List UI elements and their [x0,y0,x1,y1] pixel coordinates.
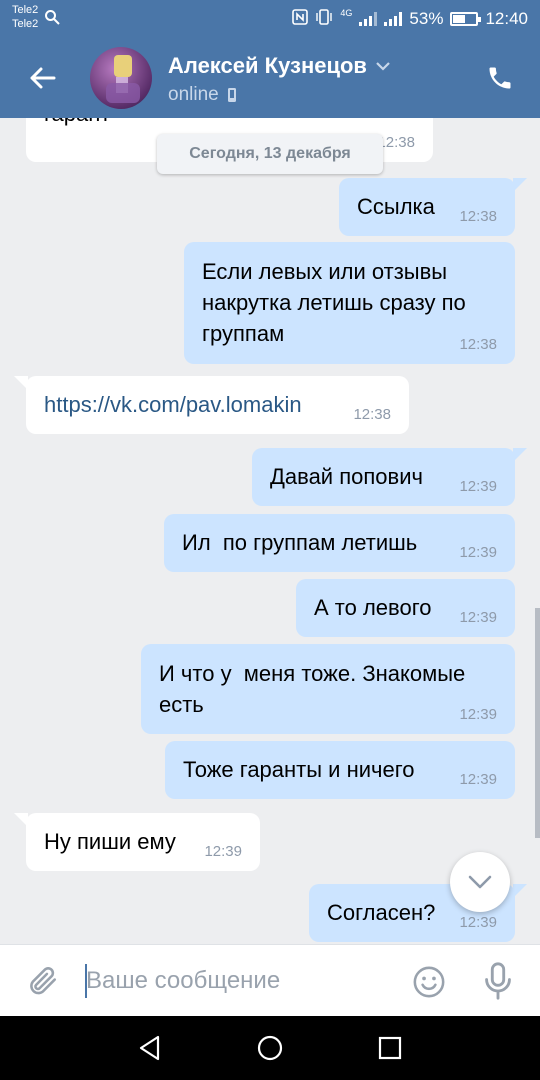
call-button[interactable] [482,60,518,96]
message-text: Давай попович [270,464,423,489]
message-outgoing[interactable]: Ссылка 12:38 [339,178,527,236]
message-list[interactable]: гарант 12:38 Сегодня, 13 декабря Ссылка … [0,118,540,944]
message-text: А то левого [314,595,432,620]
status-bar: Tele2 Tele2 4G 53% 12:40 [0,0,540,38]
signal-icon-2 [384,12,403,26]
message-time: 12:39 [459,544,497,561]
message-outgoing[interactable]: Давай попович 12:39 [252,448,527,506]
message-incoming[interactable]: Ну пиши ему 12:39 [14,813,260,871]
message-outgoing[interactable]: Тоже гаранты и ничего 12:39 [165,741,515,799]
message-text: Согласен? [327,900,436,925]
contact-name: Алексей Кузнецов [168,53,367,78]
contact-status: online [168,84,237,106]
home-circle-icon [257,1035,283,1061]
message-composer [0,944,540,1016]
date-separator: Сегодня, 13 декабря [157,134,383,174]
message-time: 12:38 [377,134,415,151]
message-time: 12:39 [204,843,242,860]
message-input[interactable] [86,961,386,1001]
system-navigation-bar [0,1016,540,1080]
message-outgoing[interactable]: Если левых или отзывы накрутка летишь ср… [184,242,515,364]
status-indicators: 4G 53% 12:40 [292,0,528,38]
back-triangle-icon [139,1035,160,1061]
smiley-icon [413,966,445,998]
contact-name-dropdown[interactable]: Алексей Кузнецов [168,53,391,79]
carrier-labels: Tele2 Tele2 [12,3,38,31]
nav-back-button[interactable] [132,1030,168,1066]
message-time: 12:38 [459,336,497,353]
message-time: 12:38 [353,406,391,423]
message-text: И что у меня тоже. Знакомые есть [159,661,472,717]
message-time: 12:39 [459,914,497,931]
message-time: 12:39 [459,706,497,723]
scrollbar[interactable] [535,608,540,838]
attach-button[interactable] [22,961,62,1001]
chevron-down-icon [468,875,492,889]
message-text: Ил по группам летишь [182,530,418,555]
message-link[interactable]: https://vk.com/pav.lomakin [44,389,302,420]
scroll-down-button[interactable] [450,852,510,912]
recents-square-icon [378,1036,402,1060]
message-text: Ну пиши ему [44,829,176,854]
back-button[interactable] [22,60,62,96]
message-text: Тоже гаранты и ничего [183,757,415,782]
clock: 12:40 [485,9,528,28]
message-time: 12:38 [459,208,497,225]
voice-message-button[interactable] [478,959,518,1003]
online-status: online [168,84,219,105]
network-type-label: 4G [340,8,353,18]
emoji-button[interactable] [410,963,448,1001]
paperclip-icon [30,967,57,995]
avatar[interactable] [90,47,152,109]
signal-icon-1 [359,12,378,26]
nav-recents-button[interactable] [372,1030,408,1066]
battery-icon [450,12,482,26]
carrier-1: Tele2 [12,4,39,16]
message-time: 12:39 [459,478,497,495]
chat-header: Алексей Кузнецов online [0,38,540,118]
message-time: 12:39 [459,771,497,788]
phone-icon [489,67,511,89]
message-time: 12:39 [459,609,497,626]
message-text: гарант [44,118,110,129]
battery-percent: 53% [409,9,444,28]
search-icon [44,9,60,30]
microphone-icon [485,962,511,1000]
mobile-phone-icon [227,88,236,102]
carrier-2: Tele2 [12,18,39,30]
message-outgoing[interactable]: А то левого 12:39 [296,579,515,637]
arrow-left-icon [30,67,56,89]
nav-home-button[interactable] [252,1030,288,1066]
message-outgoing[interactable]: И что у меня тоже. Знакомые есть 12:39 [141,644,515,734]
message-text: Ссылка [357,194,435,219]
nfc-icon [292,8,309,30]
message-outgoing[interactable]: Ил по группам летишь 12:39 [164,514,515,572]
message-incoming[interactable]: https://vk.com/pav.lomakin 12:38 [14,376,409,434]
message-text: Если левых или отзывы накрутка летишь ср… [202,259,466,346]
vibrate-icon [315,8,333,30]
chevron-down-icon [376,62,390,71]
